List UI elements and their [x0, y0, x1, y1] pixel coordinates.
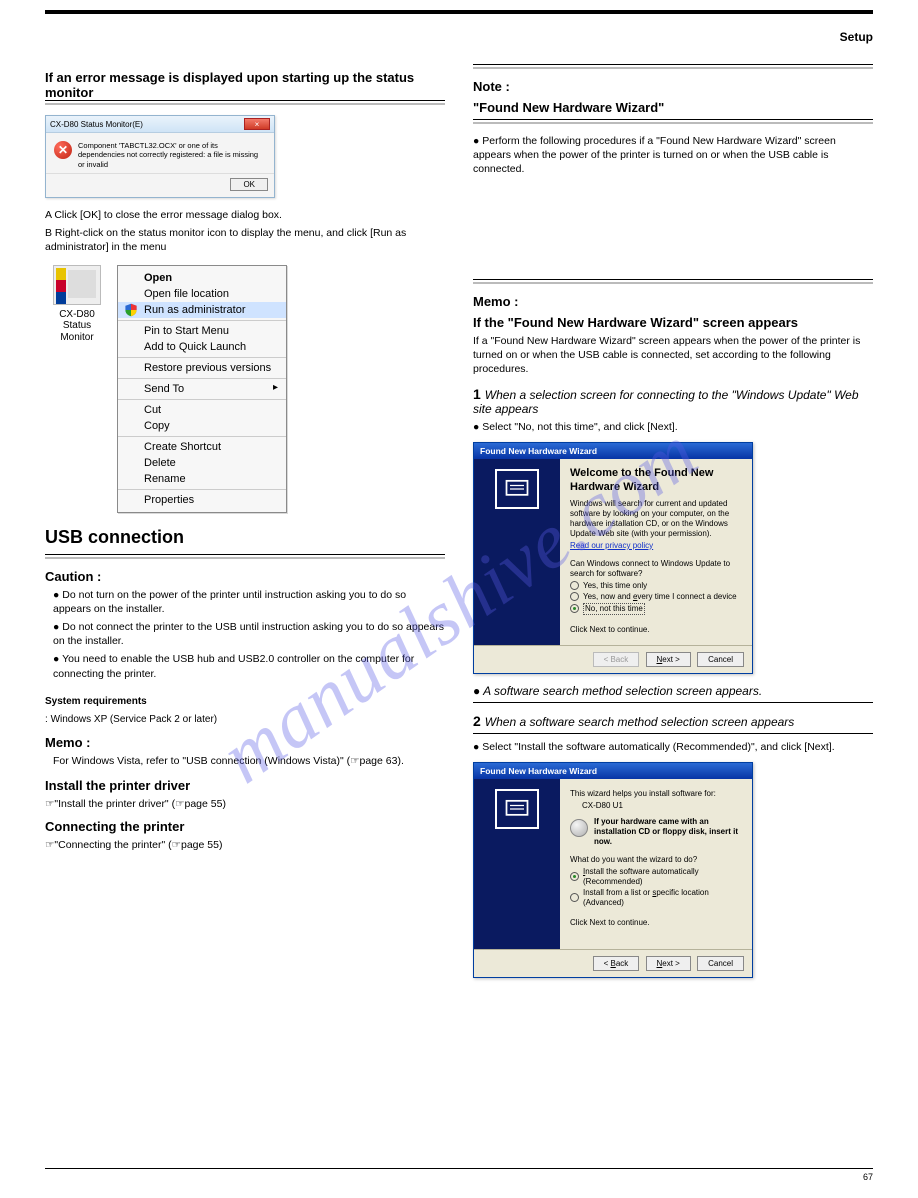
caution-label: Caution :: [45, 569, 445, 584]
next-button[interactable]: Next >: [646, 652, 691, 667]
install-link: ☞"Install the printer driver" (☞page 55): [45, 797, 445, 811]
step-2: 2When a software search method selection…: [473, 713, 873, 729]
memo-text: For Windows Vista, refer to "USB connect…: [53, 754, 445, 768]
install-heading: Install the printer driver: [45, 778, 445, 793]
found-new-hardware-wizard-1: Found New Hardware Wizard Welcome to the…: [473, 442, 753, 674]
wizard-title: Found New Hardware Wizard: [474, 443, 752, 459]
context-menu-example: CX-D80 Status Monitor Open Open file loc…: [45, 265, 445, 513]
menu-item-open[interactable]: Open: [118, 270, 286, 286]
note-heading: "Found New Hardware Wizard": [473, 100, 873, 115]
wizard2-t1: This wizard helps you install software f…: [570, 789, 742, 799]
caution-item: ● You need to enable the USB hub and USB…: [45, 652, 445, 680]
wizard1-result-caption: ● A software search method selection scr…: [473, 684, 873, 703]
step-1-instruction: ● Select "No, not this time", and click …: [473, 420, 873, 434]
printer-icon: [53, 265, 101, 305]
found-new-hardware-wizard-2: Found New Hardware Wizard This wizard he…: [473, 762, 753, 978]
shield-icon: [124, 303, 138, 317]
cancel-button[interactable]: Cancel: [697, 652, 744, 667]
wizard-hint: Click Next to continue.: [570, 918, 742, 928]
note-label: Note :: [473, 79, 873, 94]
ok-button[interactable]: OK: [230, 178, 268, 191]
sys-req-value: : Windows XP (Service Pack 2 or later): [45, 714, 217, 725]
sys-req-label: System requirements: [45, 696, 147, 707]
error-heading: If an error message is displayed upon st…: [45, 70, 445, 101]
menu-item-copy[interactable]: Copy: [118, 418, 286, 434]
step-text: A Click [OK] to close the error message …: [45, 208, 445, 222]
dialog-title: CX-D80 Status Monitor(E): [50, 120, 143, 129]
cd-icon: [570, 819, 588, 837]
cancel-button[interactable]: Cancel: [697, 956, 744, 971]
radio-specific-location[interactable]: Install from a list or specific location…: [570, 888, 742, 908]
wizard-title: Found New Hardware Wizard: [474, 763, 752, 779]
error-message: Component 'TABCTL32.OCX' or one of its d…: [78, 141, 266, 169]
page-footer: 67: [45, 1168, 873, 1182]
wizard2-device: CX-D80 U1: [582, 801, 742, 811]
radio-no[interactable]: No, not this time: [570, 603, 742, 615]
wizard-icon: [495, 469, 539, 509]
step-1: 1When a selection screen for connecting …: [473, 386, 873, 416]
menu-item-cut[interactable]: Cut: [118, 402, 286, 418]
memo-heading: If the "Found New Hardware Wizard" scree…: [473, 315, 873, 330]
memo-label: Memo :: [473, 294, 873, 309]
wizard-sidebar: [474, 459, 560, 645]
menu-item-quick-launch[interactable]: Add to Quick Launch: [118, 339, 286, 355]
back-button[interactable]: < Back: [593, 956, 640, 971]
privacy-link[interactable]: Read our privacy policy: [570, 541, 653, 550]
menu-item-delete[interactable]: Delete: [118, 455, 286, 471]
error-icon: ✕: [54, 141, 72, 159]
dialog-titlebar: CX-D80 Status Monitor(E) ×: [46, 116, 274, 133]
wizard-hint: Click Next to continue.: [570, 625, 742, 635]
back-button: < Back: [593, 652, 640, 667]
context-menu[interactable]: Open Open file location Run as administr…: [117, 265, 287, 513]
menu-item-send-to[interactable]: Send To: [118, 381, 286, 397]
menu-item-rename[interactable]: Rename: [118, 471, 286, 487]
connect-link: ☞"Connecting the printer" (☞page 55): [45, 838, 445, 852]
menu-item-run-as-admin[interactable]: Run as administrator: [118, 302, 286, 318]
radio-yes-once[interactable]: Yes, this time only: [570, 581, 742, 591]
menu-item-open-location[interactable]: Open file location: [118, 286, 286, 302]
caution-item: ● Do not turn on the power of the printe…: [45, 588, 445, 616]
memo-label: Memo :: [45, 735, 445, 750]
status-monitor-error-dialog: CX-D80 Status Monitor(E) × ✕ Component '…: [45, 115, 275, 198]
wizard-icon: [495, 789, 539, 829]
status-monitor-shortcut-icon[interactable]: CX-D80 Status Monitor: [45, 265, 109, 344]
radio-auto-install[interactable]: Install the software automatically (Reco…: [570, 867, 742, 887]
wizard2-instruction: If your hardware came with an installati…: [594, 817, 738, 846]
next-button[interactable]: Next >: [646, 956, 691, 971]
step-2-instruction: ● Select "Install the software automatic…: [473, 740, 873, 754]
wizard-sidebar: [474, 779, 560, 949]
wizard-explain: Windows will search for current and upda…: [570, 499, 742, 539]
right-column: Note : "Found New Hardware Wizard" ● Per…: [473, 64, 873, 988]
note-body: ● Perform the following procedures if a …: [473, 134, 873, 177]
caution-item: ● Do not connect the printer to the USB …: [45, 620, 445, 648]
memo-body-text: If a "Found New Hardware Wizard" screen …: [473, 334, 873, 377]
close-icon[interactable]: ×: [244, 118, 270, 130]
menu-item-create-shortcut[interactable]: Create Shortcut: [118, 439, 286, 455]
connect-heading: Connecting the printer: [45, 819, 445, 834]
menu-item-properties[interactable]: Properties: [118, 492, 286, 508]
menu-item-pin-start[interactable]: Pin to Start Menu: [118, 323, 286, 339]
wizard2-question: What do you want the wizard to do?: [570, 855, 742, 865]
page-number: 67: [863, 1172, 873, 1182]
wizard-heading: Welcome to the Found New Hardware Wizard: [570, 467, 742, 495]
step-text: B Right-click on the status monitor icon…: [45, 226, 445, 254]
wizard-question: Can Windows connect to Windows Update to…: [570, 559, 742, 579]
usb-heading: USB connection: [45, 527, 445, 548]
page-body: If an error message is displayed upon st…: [0, 10, 918, 1198]
radio-yes-always[interactable]: Yes, now and every time I connect a devi…: [570, 592, 742, 602]
left-column: If an error message is displayed upon st…: [45, 64, 445, 988]
menu-item-restore-versions[interactable]: Restore previous versions: [118, 360, 286, 376]
